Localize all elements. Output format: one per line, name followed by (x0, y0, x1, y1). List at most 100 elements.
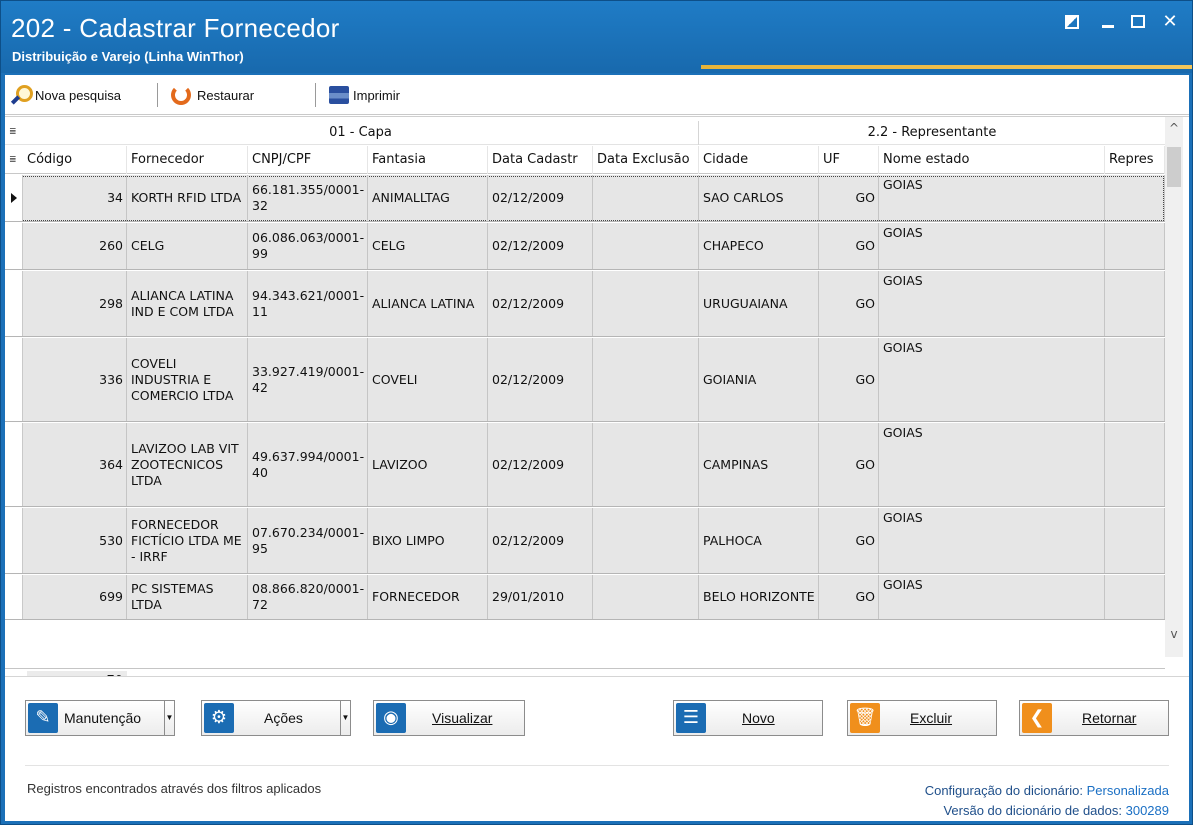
cell-nome-estado: GOIAS (879, 423, 1105, 506)
title-accent-stripe (701, 65, 1192, 69)
retornar-button[interactable]: ❮ Retornar (1019, 700, 1169, 736)
cell-data-exclusao (593, 175, 699, 221)
cell-cidade: URUGUAIANA (699, 271, 819, 336)
cell-fornecedor: CELG (127, 223, 248, 269)
header-fornecedor[interactable]: Fornecedor (127, 146, 248, 174)
table-row[interactable]: 699 PC SISTEMAS LTDA 08.866.820/0001-72 … (5, 575, 1165, 620)
cell-fornecedor: COVELI INDUSTRIA E COMERCIO LTDA (127, 338, 248, 421)
cell-cnpj: 66.181.355/0001-32 (248, 175, 368, 221)
table-row[interactable]: 336 COVELI INDUSTRIA E COMERCIO LTDA 33.… (5, 338, 1165, 422)
cell-fantasia: LAVIZOO (368, 423, 488, 506)
column-header-row: ≣ Código Fornecedor CNPJ/CPF Fantasia Da… (5, 146, 1165, 174)
cell-fornecedor: ALIANCA LATINA IND E COM LTDA (127, 271, 248, 336)
cell-cnpj: 49.637.994/0001-40 (248, 423, 368, 506)
column-chooser-icon[interactable]: ≣ (9, 155, 19, 165)
printer-icon (329, 86, 349, 104)
excluir-button[interactable]: 🗑 Excluir (847, 700, 997, 736)
close-icon: ✕ (1162, 11, 1178, 32)
cell-nome-estado: GOIAS (879, 508, 1105, 573)
table-row[interactable]: 34 KORTH RFID LTDA 66.181.355/0001-32 AN… (5, 175, 1165, 222)
retornar-label: Retornar (1082, 710, 1137, 726)
cell-cidade: CAMPINAS (699, 423, 819, 506)
cell-data-cadastro: 02/12/2009 (488, 423, 593, 506)
refresh-icon (171, 85, 191, 105)
window-subtitle: Distribuição e Varejo (Linha WinThor) (12, 49, 244, 64)
scroll-thumb[interactable] (1167, 147, 1181, 187)
cell-representante (1105, 423, 1165, 506)
maximize-button[interactable] (1125, 11, 1151, 33)
header-data-exclusao[interactable]: Data Exclusão (593, 146, 699, 174)
cell-representante (1105, 271, 1165, 336)
visualizar-button[interactable]: ◉ Visualizar (373, 700, 525, 736)
cell-codigo: 34 (23, 175, 127, 221)
header-data-cadastro[interactable]: Data Cadastr (488, 146, 593, 174)
cell-cidade: CHAPECO (699, 223, 819, 269)
print-button[interactable]: Imprimir (329, 83, 400, 107)
cell-uf: GO (819, 338, 879, 421)
main-window: 202 - Cadastrar Fornecedor Distribuição … (0, 0, 1193, 825)
cell-fantasia: ALIANCA LATINA (368, 271, 488, 336)
table-row[interactable]: 298 ALIANCA LATINA IND E COM LTDA 94.343… (5, 271, 1165, 337)
manutencao-button[interactable]: ✎ Manutenção ▼ (25, 700, 175, 736)
cell-representante (1105, 175, 1165, 221)
cell-nome-estado: GOIAS (879, 175, 1105, 221)
cell-uf: GO (819, 175, 879, 221)
dropdown-arrow-icon[interactable]: ▼ (340, 701, 350, 735)
back-arrow-icon: ❮ (1022, 703, 1052, 733)
dropdown-arrow-icon[interactable]: ▼ (164, 701, 174, 735)
print-label: Imprimir (353, 87, 400, 103)
cell-fantasia: COVELI (368, 338, 488, 421)
scroll-up-icon[interactable]: ^ (1165, 121, 1183, 137)
header-cidade[interactable]: Cidade (699, 146, 819, 174)
novo-button[interactable]: ☰ Novo (673, 700, 823, 736)
cell-cnpj: 08.866.820/0001-72 (248, 575, 368, 619)
vertical-scrollbar[interactable]: ^ v (1165, 117, 1183, 657)
grid-rows: 34 KORTH RFID LTDA 66.181.355/0001-32 AN… (5, 175, 1165, 666)
cell-codigo: 298 (23, 271, 127, 336)
toolbar: Nova pesquisa Restaurar Imprimir (5, 75, 1189, 115)
title-bar[interactable]: 202 - Cadastrar Fornecedor Distribuição … (1, 1, 1192, 73)
new-search-button[interactable]: Nova pesquisa (11, 83, 121, 107)
cell-representante (1105, 508, 1165, 573)
header-nome-estado[interactable]: Nome estado (879, 146, 1105, 174)
actions-icon: ⚙ (204, 703, 234, 733)
cell-cnpj: 33.927.419/0001-42 (248, 338, 368, 421)
table-row[interactable]: 260 CELG 06.086.063/0001-99 CELG 02/12/2… (5, 223, 1165, 270)
client-area: Nova pesquisa Restaurar Imprimir ^ v ≣ 0… (5, 75, 1189, 821)
restore-button[interactable]: Restaurar (171, 83, 254, 107)
cell-codigo: 699 (23, 575, 127, 619)
close-button[interactable]: ✕ (1157, 11, 1183, 33)
version-label: Versão do dicionário de dados: (943, 803, 1122, 818)
column-customize-icon[interactable]: ≣ (9, 127, 19, 137)
band-capa[interactable]: 01 - Capa (23, 121, 699, 145)
cell-nome-estado: GOIAS (879, 223, 1105, 269)
restore-label: Restaurar (197, 87, 255, 103)
row-indicator (5, 575, 23, 619)
supplier-grid[interactable]: ^ v ≣ 01 - Capa 2.2 - Representante ≣ Có… (5, 116, 1189, 717)
search-icon (11, 85, 33, 105)
novo-label: Novo (742, 710, 775, 726)
acoes-button[interactable]: ⚙ Ações ▼ (201, 700, 351, 736)
version-value[interactable]: 300289 (1126, 803, 1169, 818)
cell-data-cadastro: 02/12/2009 (488, 338, 593, 421)
row-indicator (5, 175, 23, 221)
header-codigo[interactable]: Código (23, 146, 127, 174)
scroll-down-icon[interactable]: v (1165, 627, 1183, 643)
cell-codigo: 260 (23, 223, 127, 269)
header-fantasia[interactable]: Fantasia (368, 146, 488, 174)
restore-down-button[interactable] (1059, 11, 1085, 33)
cell-cnpj: 07.670.234/0001-95 (248, 508, 368, 573)
cell-fantasia: FORNECEDOR (368, 575, 488, 619)
minimize-button[interactable] (1095, 11, 1121, 33)
row-indicator (5, 423, 23, 506)
table-row[interactable]: 530 FORNECEDOR FICTÍCIO LTDA ME - IRRF 0… (5, 508, 1165, 574)
header-cnpj[interactable]: CNPJ/CPF (248, 146, 368, 174)
config-value[interactable]: Personalizada (1087, 783, 1169, 798)
cell-uf: GO (819, 423, 879, 506)
table-row[interactable]: 364 LAVIZOO LAB VIT ZOOTECNICOS LTDA 49.… (5, 423, 1165, 507)
header-representante[interactable]: Repres (1105, 146, 1165, 174)
toolbar-separator (315, 83, 316, 107)
band-representante[interactable]: 2.2 - Representante (699, 121, 1165, 145)
header-uf[interactable]: UF (819, 146, 879, 174)
row-indicator (5, 271, 23, 336)
